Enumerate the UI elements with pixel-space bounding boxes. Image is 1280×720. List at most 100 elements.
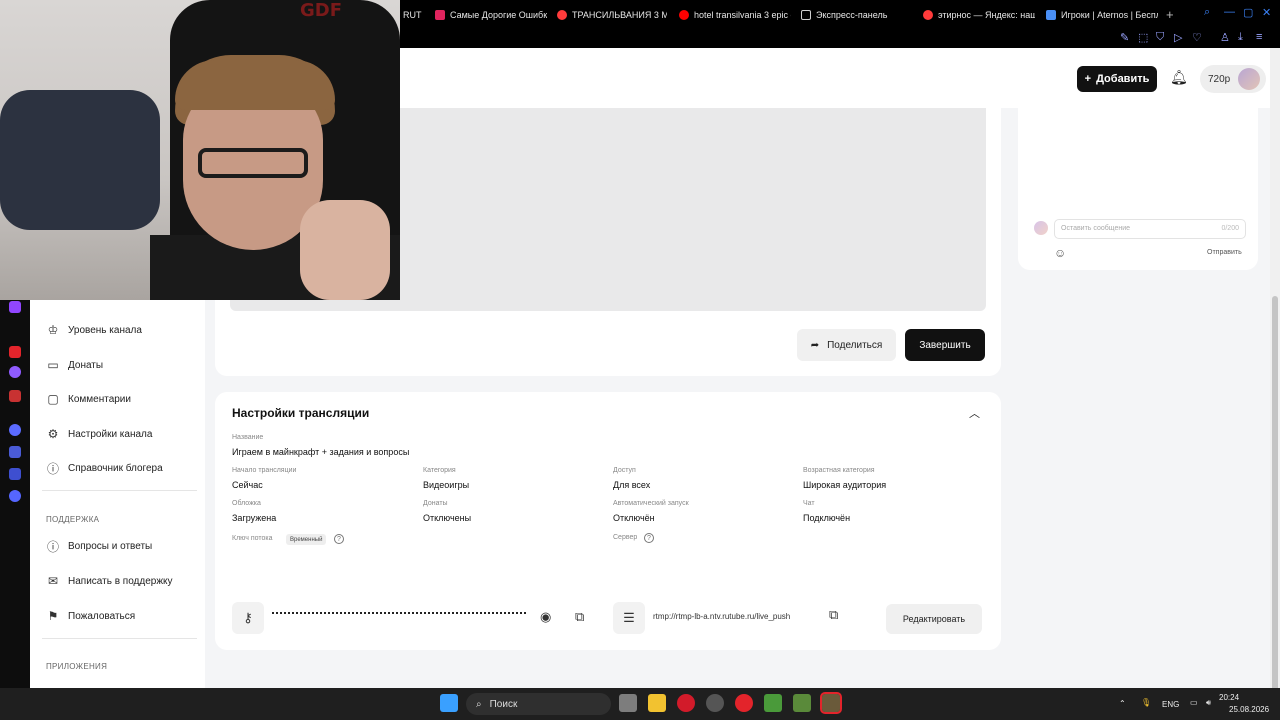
app-icon[interactable]	[706, 694, 724, 712]
user-menu[interactable]: 720p	[1200, 65, 1266, 93]
field-label: Начало трансляции	[232, 467, 297, 474]
emoji-icon[interactable]: ☺	[1054, 246, 1066, 260]
tray-chevron-icon[interactable]: ⌃	[1119, 699, 1126, 708]
browser-tab[interactable]: Экспресс-панель	[801, 0, 913, 29]
task-view-icon[interactable]	[619, 694, 637, 712]
chevron-up-icon[interactable]: ︿	[969, 405, 980, 421]
field-label: Возрастная категория	[803, 467, 875, 474]
minecraft-icon[interactable]	[793, 694, 811, 712]
bell-icon[interactable]: 🔔︎	[1170, 69, 1188, 86]
sidebar-item-channel-level[interactable]: ♔ Уровень канала	[46, 323, 142, 337]
sidebar-item-blogger-guide[interactable]: ⓘ Справочник блогера	[46, 461, 163, 476]
page-scrollbar[interactable]	[1270, 48, 1280, 716]
sidebar-item-report[interactable]: ⚑ Пожаловаться	[46, 609, 136, 623]
volume-icon[interactable]: 🔊︎	[1206, 698, 1211, 708]
yandex-icon[interactable]	[9, 346, 21, 358]
webcam-fringe	[175, 60, 335, 110]
input-language[interactable]: ENG	[1162, 700, 1179, 709]
server-url: rtmp://rtmp-lb-a.ntv.rutube.ru/live_push	[653, 612, 791, 621]
sidebar-item-label: Справочник блогера	[68, 462, 163, 474]
download-icon[interactable]: ⤓	[1238, 31, 1243, 44]
edit-button-label: Редактировать	[902, 614, 966, 624]
browser-tab[interactable]: RUT	[403, 0, 425, 29]
add-button-label: Добавить	[1096, 73, 1150, 85]
avatar	[1238, 68, 1261, 90]
taskbar-search[interactable]: ⌕ Поиск	[466, 693, 611, 715]
scroll-thumb[interactable]	[1272, 296, 1278, 716]
field-value: Для всех	[613, 480, 651, 490]
share-icon: ➦	[810, 339, 820, 351]
quality-label: 720p	[1208, 73, 1231, 85]
settings-icon[interactable]	[9, 490, 21, 502]
app-icon[interactable]	[9, 390, 21, 402]
network-icon[interactable]: ▭	[1190, 698, 1198, 707]
app-icon[interactable]	[9, 446, 21, 458]
browser-tab[interactable]: этирнос — Яндекс: наш	[923, 0, 1035, 29]
search-icon[interactable]: ⌕	[1204, 6, 1210, 19]
app-icon[interactable]	[9, 424, 21, 436]
chat-message-input[interactable]: Оставить сообщение 0/200	[1054, 219, 1246, 239]
plus-icon: +	[1084, 73, 1092, 85]
browser-tab[interactable]: Самые Дорогие Ошибк	[435, 0, 547, 29]
sidebar-item-label: Вопросы и ответы	[68, 540, 153, 552]
field-value: Подключён	[803, 513, 851, 523]
browser-tab[interactable]: ТРАНСИЛЬВАНИЯ 3 МУ	[557, 0, 667, 29]
heart-icon[interactable]: ♡	[1192, 31, 1202, 44]
maximize-icon[interactable]: ▢	[1243, 6, 1253, 19]
pin-icon[interactable]: ✎	[1120, 31, 1129, 44]
opera-icon[interactable]	[677, 694, 695, 712]
field-label: Доступ	[613, 467, 636, 474]
stream-settings-card: Настройки трансляции ︿ Название Играем в…	[215, 392, 1001, 650]
minecraft-icon[interactable]	[764, 694, 782, 712]
minecraft-icon[interactable]	[820, 692, 842, 714]
add-button[interactable]: + Добавить	[1077, 66, 1157, 92]
folder-icon[interactable]	[648, 694, 666, 712]
microphone-icon[interactable]: 🎙︎	[1141, 698, 1151, 707]
field-value: Отключён	[613, 513, 655, 523]
menu-icon[interactable]: ≡	[1256, 31, 1262, 43]
twitch-icon[interactable]	[9, 301, 21, 313]
share-button[interactable]: ➦ Поделиться	[797, 329, 896, 361]
search-icon: ⌕	[476, 698, 482, 710]
screenshot-icon[interactable]: ⬚	[1138, 31, 1148, 44]
trophy-icon: ♔	[47, 323, 59, 337]
app-icon[interactable]	[9, 468, 21, 480]
shield-icon[interactable]: ⛉	[1156, 31, 1164, 44]
field-label: Автоматический запуск	[613, 500, 689, 507]
sidebar-divider	[42, 490, 197, 491]
help-icon[interactable]: ?	[644, 533, 654, 543]
finish-stream-button[interactable]: Завершить	[905, 329, 985, 361]
tab-favicon	[557, 9, 567, 20]
new-tab-button[interactable]: +	[1166, 7, 1174, 22]
copy-icon[interactable]: ⧉	[575, 609, 584, 625]
sidebar-item-donations[interactable]: ▭ Донаты	[46, 358, 103, 372]
sidebar-item-label: Донаты	[68, 359, 104, 371]
windows-start-icon[interactable]	[440, 694, 458, 712]
yandex-browser-icon[interactable]	[735, 694, 753, 712]
minimize-icon[interactable]: —	[1224, 6, 1235, 18]
eye-icon[interactable]: ◉	[540, 609, 551, 625]
tab-favicon	[679, 9, 689, 20]
chat-send-button[interactable]: Отправить	[1207, 249, 1242, 256]
play-icon[interactable]: ▷	[1174, 31, 1182, 44]
clock-date[interactable]: 25.08.2026	[1229, 705, 1269, 714]
webcam-jacket	[0, 90, 160, 230]
avatar	[1034, 221, 1048, 235]
edit-button[interactable]: Редактировать	[886, 604, 982, 634]
sidebar-item-contact-support[interactable]: ✉ Написать в поддержку	[46, 574, 173, 588]
sidebar-item-comments[interactable]: ▢ Комментарии	[46, 392, 131, 406]
clock-time[interactable]: 20:24	[1219, 693, 1239, 702]
browser-tab[interactable]: hotel transilvania 3 epic e	[679, 0, 791, 29]
wallet-icon: ▭	[47, 358, 59, 372]
help-icon[interactable]: ?	[334, 534, 344, 544]
field-value: Сейчас	[232, 480, 263, 490]
profile-icon[interactable]: ♙	[1220, 31, 1230, 44]
server-label: Сервер	[613, 534, 638, 541]
close-icon[interactable]: ✕	[1262, 6, 1271, 19]
copy-icon[interactable]: ⧉	[829, 607, 838, 623]
sidebar-item-faq[interactable]: ⓘ Вопросы и ответы	[46, 539, 153, 554]
stream-key-label: Ключ потока	[232, 535, 273, 542]
sidebar-item-channel-settings[interactable]: ⚙ Настройки канала	[46, 427, 153, 441]
alice-icon[interactable]	[9, 366, 21, 378]
browser-tab[interactable]: Игроки | Aternos | Беспл	[1046, 0, 1158, 29]
